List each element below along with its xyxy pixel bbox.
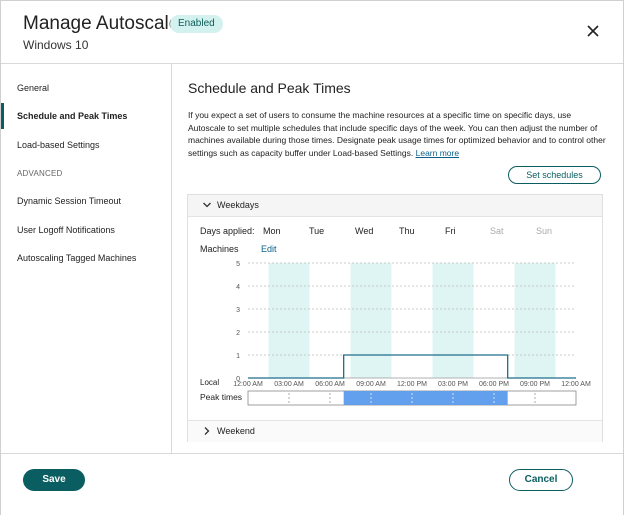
y-tick-label: 3 (236, 307, 240, 314)
schedule-panel: Weekdays Days applied: Mon Tue Wed Thu F… (187, 194, 603, 442)
sidebar-item-dynamic-session-timeout[interactable]: Dynamic Session Timeout (17, 196, 121, 206)
sidebar-item-schedule-and-peak-times[interactable]: Schedule and Peak Times (17, 111, 127, 121)
close-icon[interactable] (583, 21, 603, 41)
y-tick-label: 4 (236, 284, 240, 291)
weekdays-label: Weekdays (217, 200, 259, 210)
x-tick-label: 03:00 PM (438, 381, 468, 388)
day-sun: Sun (536, 226, 553, 236)
day-thu: Thu (399, 226, 415, 236)
sidebar-item-load-based-settings[interactable]: Load-based Settings (17, 140, 100, 150)
cancel-button[interactable]: Cancel (509, 469, 573, 491)
day-wed: Wed (355, 226, 374, 236)
learn-more-link[interactable]: Learn more (416, 148, 459, 158)
x-tick-label: 06:00 PM (479, 381, 509, 388)
shaded-column-3 (514, 263, 556, 378)
sidebar: General Schedule and Peak Times Load-bas… (1, 63, 172, 453)
dialog-title: Manage Autoscale (23, 13, 180, 34)
dialog-subtitle: Windows 10 (23, 38, 89, 52)
day-mon: Mon (263, 226, 281, 236)
x-tick-label: 12:00 PM (397, 381, 427, 388)
sidebar-item-general[interactable]: General (17, 83, 49, 93)
set-schedules-button[interactable]: Set schedules (508, 166, 601, 184)
shaded-column-1 (350, 263, 392, 378)
local-label: Local (200, 378, 219, 387)
x-tick-label: 09:00 PM (520, 381, 550, 388)
x-tick-label: 12:00 AM (561, 381, 591, 388)
x-tick-label: 06:00 AM (315, 381, 345, 388)
shaded-column-2 (432, 263, 474, 378)
y-tick-label: 1 (236, 353, 240, 360)
description-text: If you expect a set of users to consume … (188, 110, 606, 158)
weekend-accordion-header[interactable]: Weekend (188, 420, 602, 442)
peak-times-fill (343, 391, 508, 405)
x-tick-label: 09:00 AM (356, 381, 386, 388)
dialog-header: Manage Autoscale Enabled Windows 10 (1, 1, 623, 64)
sidebar-item-user-logoff-notifications[interactable]: User Logoff Notifications (17, 225, 115, 235)
x-tick-label: 12:00 AM (233, 381, 263, 388)
y-tick-label: 5 (236, 261, 240, 268)
shaded-column-0 (268, 263, 310, 378)
status-badge: Enabled (170, 15, 223, 33)
chevron-right-icon (204, 427, 210, 435)
day-sat: Sat (490, 226, 504, 236)
description: If you expect a set of users to consume … (188, 109, 606, 159)
main-content: Schedule and Peak Times If you expect a … (172, 63, 624, 453)
sidebar-item-autoscaling-tagged-machines[interactable]: Autoscaling Tagged Machines (17, 253, 136, 263)
page-title: Schedule and Peak Times (188, 80, 351, 96)
weekdays-accordion-header[interactable]: Weekdays (188, 195, 602, 217)
manage-autoscale-dialog: Manage Autoscale Enabled Windows 10 Gene… (0, 0, 624, 515)
chevron-down-icon (203, 202, 211, 208)
weekend-label: Weekend (217, 426, 255, 436)
days-applied-label: Days applied: (200, 226, 255, 236)
save-button[interactable]: Save (23, 469, 85, 491)
x-tick-label: 03:00 AM (274, 381, 304, 388)
peak-times-label: Peak times (200, 392, 242, 402)
day-fri: Fri (445, 226, 456, 236)
dialog-footer: Save Cancel (1, 453, 623, 515)
y-tick-label: 2 (236, 330, 240, 337)
day-tue: Tue (309, 226, 325, 236)
active-indicator (1, 103, 4, 129)
sidebar-section-advanced: ADVANCED (17, 169, 63, 178)
machines-schedule-chart: 012345Local 12:00 AM 03:00 AM 06:00 AM 09:00… (200, 261, 591, 406)
